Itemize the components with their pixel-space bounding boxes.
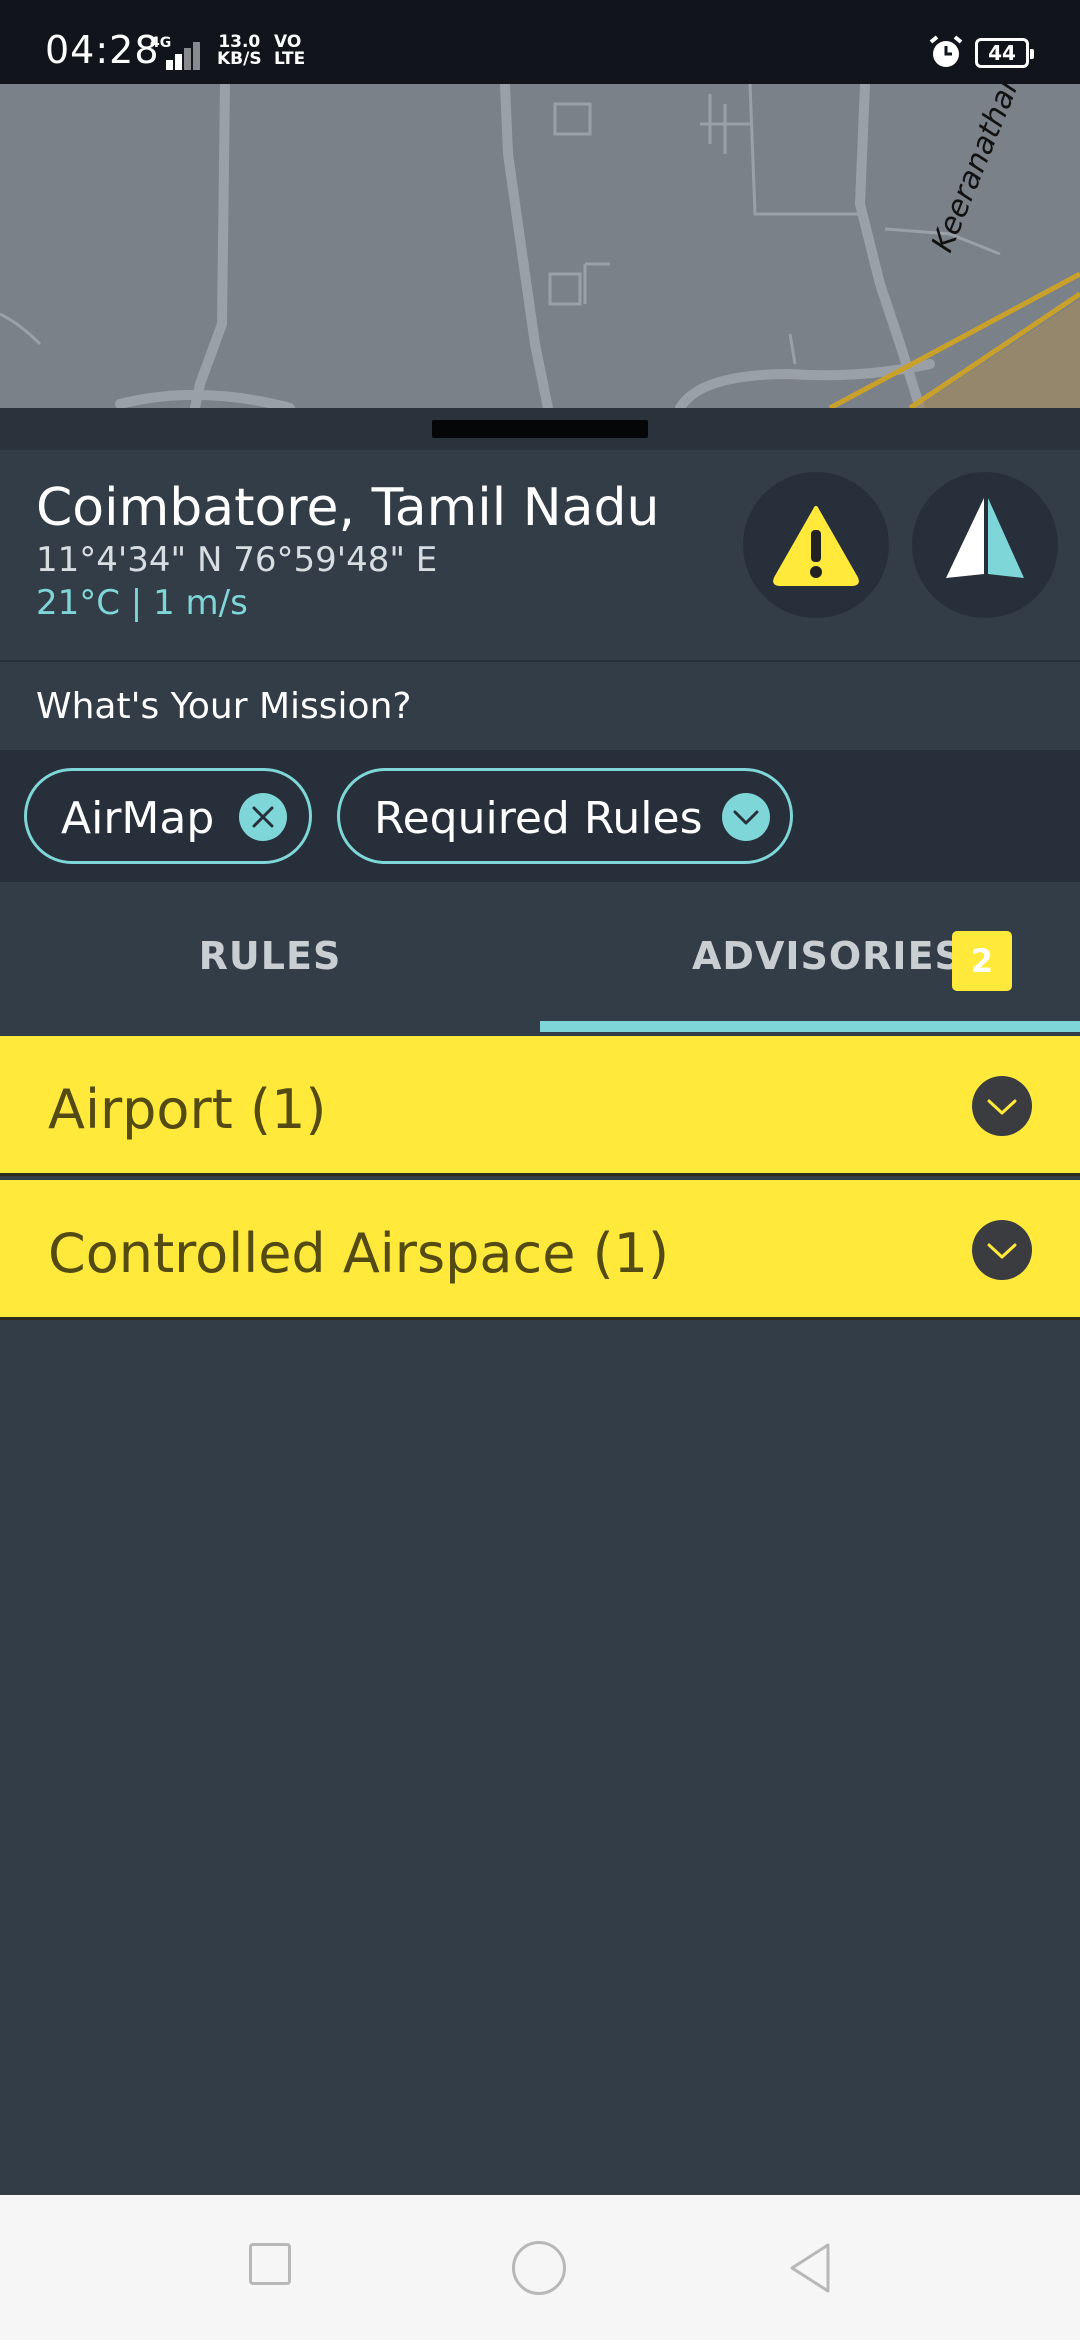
advisory-row-controlled-airspace[interactable]: Controlled Airspace (1) <box>0 1180 1080 1320</box>
tab-rules-label: RULES <box>198 934 342 978</box>
expand-button[interactable] <box>972 1076 1032 1136</box>
network-speed-unit: KB/S <box>217 49 262 69</box>
chip-required-rules-label: Required Rules <box>374 793 703 844</box>
volte-indicator: VO LTE <box>274 34 305 68</box>
mission-row[interactable]: What's Your Mission? <box>0 662 1080 750</box>
location-title: Coimbatore, Tamil Nadu <box>36 478 660 538</box>
recents-icon[interactable] <box>249 2243 291 2285</box>
expand-button[interactable] <box>972 1220 1032 1280</box>
close-icon[interactable] <box>239 793 287 841</box>
advisory-row-airport[interactable]: Airport (1) <box>0 1036 1080 1176</box>
location-coordinates: 11°4'34" N 76°59'48" E <box>36 540 438 580</box>
ruleset-chips: AirMap Required Rules <box>0 750 1080 882</box>
signal-icon <box>166 38 210 70</box>
tab-advisories-label: ADVISORIES <box>692 934 963 978</box>
volte-bottom: LTE <box>274 49 306 69</box>
back-icon[interactable] <box>786 2241 834 2295</box>
advisories-count-badge: 2 <box>952 931 1012 991</box>
advisory-button[interactable] <box>743 472 889 618</box>
chip-airmap[interactable]: AirMap <box>24 768 312 864</box>
tab-rules[interactable]: RULES <box>0 882 540 1032</box>
mission-label: What's Your Mission? <box>36 686 412 727</box>
tab-selected-indicator <box>540 1021 1080 1032</box>
compass-button[interactable] <box>912 472 1058 618</box>
location-header: Coimbatore, Tamil Nadu 11°4'34" N 76°59'… <box>0 450 1080 662</box>
map-view[interactable]: Keeranatham R <box>0 84 1080 408</box>
location-weather: 21°C | 1 m/s <box>36 583 248 623</box>
chevron-down-icon <box>987 1243 1017 1259</box>
status-bar: 04:28 4G 13.0 KB/S VO LTE 44 <box>0 0 1080 84</box>
advisory-title: Controlled Airspace (1) <box>48 1222 670 1285</box>
battery-icon: 44 <box>975 38 1034 68</box>
tab-bar: RULES ADVISORIES 2 <box>0 882 1080 1032</box>
screen: 04:28 4G 13.0 KB/S VO LTE 44 Keeranatham… <box>0 0 1080 2340</box>
chip-required-rules[interactable]: Required Rules <box>337 768 793 864</box>
alarm-icon <box>929 35 963 67</box>
drag-handle[interactable] <box>432 420 648 438</box>
system-nav-bar <box>0 2195 1080 2340</box>
warning-icon <box>773 506 859 586</box>
chip-airmap-label: AirMap <box>61 793 215 844</box>
home-icon[interactable] <box>512 2241 566 2295</box>
map-roads <box>0 84 1080 408</box>
tab-advisories[interactable]: ADVISORIES 2 <box>540 882 1080 1032</box>
chevron-down-icon[interactable] <box>722 793 770 841</box>
status-time: 04:28 <box>45 28 160 72</box>
network-speed: 13.0 KB/S <box>217 34 262 68</box>
compass-icon <box>946 498 1024 578</box>
chevron-down-icon <box>987 1099 1017 1115</box>
advisory-title: Airport (1) <box>48 1078 327 1141</box>
